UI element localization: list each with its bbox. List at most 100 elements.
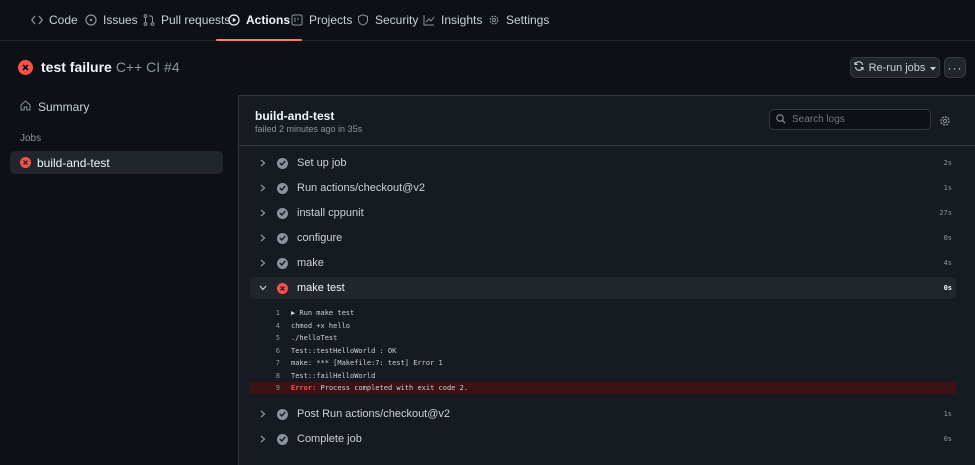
step-row[interactable]: make 4s [250,252,956,274]
step-row-expanded[interactable]: make test 0s [250,277,956,299]
tab-actions[interactable]: Actions [215,0,303,41]
rerun-label: Re-run jobs [868,61,926,74]
step-duration: 0s [943,234,952,242]
tab-insights[interactable]: Insights [423,0,482,40]
tab-label: Insights [441,13,483,27]
error-label: Error: [291,384,317,392]
step-duration: 1s [943,184,952,192]
check-circle-icon [277,232,288,244]
chevron-right-icon [256,209,270,217]
step-name: install cppunit [297,207,364,219]
check-circle-icon [277,408,288,420]
step-duration: 27s [939,209,952,217]
search-logs-field[interactable] [769,109,931,130]
step-row[interactable]: Run actions/checkout@v2 1s [250,177,956,199]
sidebar-item-label: build-and-test [37,155,110,170]
chevron-right-icon [256,410,270,418]
tab-label: Projects [309,13,353,27]
step-name: Post Run actions/checkout@v2 [297,408,451,420]
tab-label: Settings [506,13,550,27]
tab-label: Actions [246,13,291,27]
step-row[interactable]: configure 0s [250,227,956,249]
step-name: configure [297,232,343,244]
tab-label: Pull requests [161,13,231,27]
repo-nav: Code Issues Pull requests Actions Projec… [0,0,975,41]
check-circle-icon [277,182,288,194]
play-icon [228,14,240,26]
step-row[interactable]: Post Run actions/checkout@v2 1s [250,403,956,425]
tab-projects[interactable]: Projects [291,0,352,40]
step-duration: 0s [943,435,952,443]
tab-code[interactable]: Code [31,0,78,40]
job-title: build-and-test [255,109,335,123]
tab-issues[interactable]: Issues [85,0,138,40]
step-row[interactable]: install cppunit 27s [250,202,956,224]
tab-label: Security [375,13,419,27]
log-text: Error: Process completed with exit code … [291,384,468,392]
line-number: 7 [275,359,280,367]
line-number: 8 [275,371,280,380]
tab-label: Issues [103,13,138,27]
step-duration: 0s [943,284,952,292]
log-line: 8 Test::failHelloWorld [250,370,956,382]
step-duration: 2s [943,159,952,167]
issue-icon [85,14,97,26]
more-options-button[interactable]: ··· [944,57,966,78]
shield-icon [357,14,369,26]
project-icon [291,14,303,26]
line-number: 6 [275,346,280,355]
log-line: 7 make: *** [Makefile:7: test] Error 1 [250,357,956,369]
line-number: 4 [275,321,280,330]
step-name: make test [297,282,345,294]
sync-icon [854,61,864,74]
sidebar-item-summary[interactable]: Summary [20,100,89,114]
check-circle-icon [277,157,288,169]
step-duration: 1s [943,410,952,418]
page-title: test failure [41,59,112,75]
chevron-right-icon [256,159,270,167]
chevron-right-icon [256,435,270,443]
chevron-right-icon [256,184,270,192]
job-header: build-and-test failed 2 minutes ago in 3… [239,96,975,146]
error-message: Process completed with exit code 2. [316,384,469,392]
sidebar-item-build-and-test[interactable]: build-and-test [10,151,223,174]
job-meta: failed 2 minutes ago in 35s [255,124,363,134]
log-line: 4 chmod +x hello [250,320,956,332]
step-row[interactable]: Set up job 2s [250,152,956,174]
tab-settings[interactable]: Settings [488,0,549,40]
home-icon [20,100,31,114]
log-settings-button[interactable] [939,115,951,130]
step-name: Set up job [297,157,347,169]
check-circle-icon [277,207,288,219]
check-circle-icon [277,257,288,269]
workflow-name: C++ CI #4 [115,59,180,75]
log-text: ./helloTest [291,334,338,342]
rerun-jobs-button[interactable]: Re-run jobs [850,57,940,78]
step-row[interactable]: Complete job 0s [250,428,956,450]
line-number: 1 [275,309,280,317]
tab-pull-requests[interactable]: Pull requests [143,0,230,40]
search-logs-input[interactable] [792,114,922,125]
log-line[interactable]: 1 ▶ Run make test [250,307,956,319]
line-number: 5 [275,334,280,342]
chevron-down-icon [256,285,270,291]
step-duration: 4s [943,259,952,267]
pull-request-icon [143,14,155,26]
line-number: 9 [275,384,280,392]
check-circle-icon [277,433,288,445]
step-name: Run actions/checkout@v2 [297,182,425,194]
log-text: Test::failHelloWorld [291,371,376,380]
log-text: Test::testHelloWorld : OK [291,346,397,355]
graph-icon [423,14,435,26]
tab-security[interactable]: Security [357,0,418,40]
gear-icon [939,116,951,130]
log-text: chmod +x hello [291,321,351,330]
chevron-right-icon [256,234,270,242]
code-icon [31,14,43,26]
tab-label: Code [49,13,78,27]
sidebar-item-label: Summary [38,100,90,114]
log-line: 6 Test::testHelloWorld : OK [250,345,956,357]
job-log-panel: build-and-test failed 2 minutes ago in 3… [238,95,975,465]
chevron-right-icon [256,259,270,267]
log-line: 5 ./helloTest [250,332,956,344]
